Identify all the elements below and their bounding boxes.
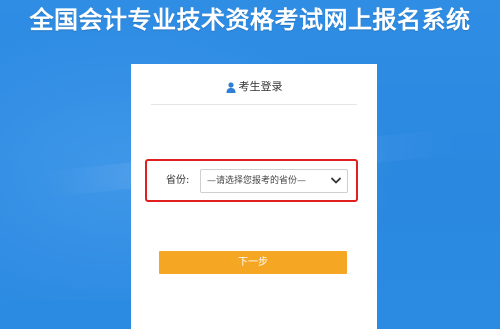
- province-select-value: —请选择您报考的省份—: [207, 176, 307, 186]
- next-step-button[interactable]: 下一步: [159, 251, 347, 274]
- province-select[interactable]: —请选择您报考的省份—: [200, 169, 348, 193]
- login-card-header: 考生登录: [151, 76, 357, 105]
- login-heading: 考生登录: [226, 76, 283, 98]
- province-label: 省份:: [166, 175, 190, 186]
- login-heading-label: 考生登录: [238, 80, 283, 93]
- page-title: 全国会计专业技术资格考试网上报名系统: [29, 6, 471, 34]
- chevron-down-icon: [331, 177, 341, 184]
- user-icon: [226, 81, 235, 93]
